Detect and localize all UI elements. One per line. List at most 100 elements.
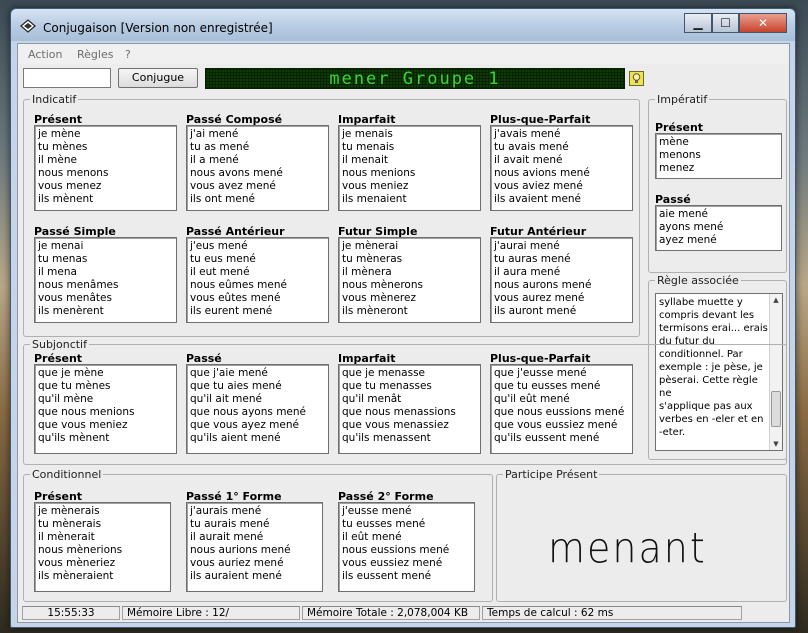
- conjugation-form: tu mènerais: [38, 518, 102, 530]
- conjugation-form: tu auras mené: [494, 253, 571, 265]
- conjugation-form: j'aurai mené: [494, 240, 560, 252]
- conjugation-form: que vous eussiez mené: [494, 419, 618, 431]
- conjugation-form: tu aurais mené: [190, 518, 270, 530]
- conjugation-form: ils mènent: [38, 193, 94, 205]
- conjugation-form: que j'eusse mené: [494, 367, 587, 379]
- conjugation-form: que vous ayez mené: [190, 419, 299, 431]
- conjugation-form: nous menons: [38, 167, 109, 179]
- verb-display: mener Groupe 1: [205, 68, 625, 89]
- conjugation-form: vous auriez mené: [190, 557, 284, 569]
- conjugation-form: ils ont mené: [190, 193, 255, 205]
- indicatif-passe-compose-list[interactable]: j'ai mené tu as mené il a mené nous avons m…: [186, 125, 329, 211]
- conjugation-form: que vous menassiez: [342, 419, 449, 431]
- conjugation-form: ils eussent mené: [342, 570, 432, 582]
- conjugation-form: que nous menions: [38, 406, 135, 418]
- verb-input[interactable]: [23, 68, 111, 88]
- conjugation-form: tu menas: [38, 253, 88, 265]
- conjugation-form: qu'ils aient mené: [190, 432, 281, 444]
- subjonctif-imparfait-list[interactable]: que je menasse que tu menasses qu'il menât…: [338, 364, 481, 454]
- conjugation-form: mène: [659, 136, 689, 148]
- indicatif-plus-que-parfait-list[interactable]: j'avais mené tu avais mené il avait mené no…: [490, 125, 633, 211]
- conjugation-form: je menais: [342, 128, 393, 140]
- conjugation-form: qu'il ait mené: [190, 393, 262, 405]
- conjugation-form: ils menaient: [342, 193, 407, 205]
- conjugation-form: nous mènerons: [342, 279, 423, 291]
- conditionnel-present-list[interactable]: je mènerais tu mènerais il mènerait nous mè…: [34, 502, 171, 592]
- conjugation-form: qu'ils mènent: [38, 432, 110, 444]
- conditionnel-label: Conditionnel: [30, 468, 104, 481]
- menu-help[interactable]: ?: [125, 48, 131, 61]
- indicatif-passe-simple-list[interactable]: je menai tu menas il mena nous menâmes vous …: [34, 237, 177, 323]
- regle-line: compris devant les: [659, 310, 755, 321]
- conjugation-form: ayons mené: [659, 221, 724, 233]
- conjugation-form: nous eussions mené: [342, 544, 450, 556]
- conjugation-form: vous mèneriez: [38, 557, 116, 569]
- minimize-button[interactable]: ▁: [684, 13, 712, 33]
- conjugation-form: j'eusse mené: [342, 505, 412, 517]
- app-window: Conjugaison [Version non enregistrée] ▁ …: [10, 8, 796, 628]
- conjugation-form: tu eus mené: [190, 253, 256, 265]
- title-bar[interactable]: Conjugaison [Version non enregistrée] ▁ …: [11, 9, 795, 41]
- subjonctif-plus-que-parfait-list[interactable]: que j'eusse mené que tu eusses mené qu'il …: [490, 364, 633, 454]
- indicatif-passe-anterieur-list[interactable]: j'eus mené tu eus mené il eut mené nous eûm…: [186, 237, 329, 323]
- participe-present-value: menant: [548, 523, 707, 573]
- menu-action[interactable]: Action: [28, 48, 62, 61]
- close-button[interactable]: ✕: [739, 13, 787, 33]
- regle-label: Règle associée: [655, 274, 741, 287]
- conjugue-button[interactable]: Conjugue: [118, 68, 198, 88]
- conjugation-form: je menai: [38, 240, 84, 252]
- imperatif-passe-list[interactable]: aie mené ayons mené ayez mené: [655, 205, 782, 251]
- conditionnel-passe-1-forme-list[interactable]: j'aurais mené tu aurais mené il aurait men…: [186, 502, 323, 592]
- conjugation-form: que nous ayons mené: [190, 406, 306, 418]
- imperatif-present-list[interactable]: mène menons menez: [655, 133, 782, 179]
- scroll-up-icon[interactable]: ▲: [770, 294, 782, 306]
- conjugation-form: il eut mené: [190, 266, 250, 278]
- conjugation-form: que tu eusses mené: [494, 380, 601, 392]
- status-memoire-libre: Mémoire Libre : 12/: [122, 606, 300, 620]
- indicatif-imparfait-list[interactable]: je menais tu menais il menait nous menions v…: [338, 125, 481, 211]
- conjugation-form: il a mené: [190, 154, 239, 166]
- conjugation-form: que j'aie mené: [190, 367, 268, 379]
- lightbulb-icon[interactable]: [629, 71, 644, 86]
- conjugation-form: il mènera: [342, 266, 392, 278]
- conjugation-form: vous menâtes: [38, 292, 112, 304]
- subjonctif-present-list[interactable]: que je mène que tu mènes qu'il mène que nou…: [34, 364, 177, 454]
- menu-regles[interactable]: Règles: [77, 48, 113, 61]
- conjugation-form: nous mènerions: [38, 544, 123, 556]
- conjugation-form: que vous meniez: [38, 419, 128, 431]
- conjugation-form: que nous eussions mené: [494, 406, 625, 418]
- client-area: Action Règles ? Conjugue mener Groupe 1 …: [17, 43, 790, 623]
- conjugation-form: ils avaient mené: [494, 193, 582, 205]
- conjugation-form: aie mené: [659, 208, 708, 220]
- conjugation-form: nous eûmes mené: [190, 279, 287, 291]
- conjugation-form: que je mène: [38, 367, 104, 379]
- conjugation-form: vous menez: [38, 180, 102, 192]
- app-icon: [20, 19, 36, 33]
- conjugation-form: qu'il menât: [342, 393, 402, 405]
- conjugation-form: que nous menassions: [342, 406, 456, 418]
- subjonctif-passe-list[interactable]: que j'aie mené que tu aies mené qu'il ait …: [186, 364, 329, 454]
- conjugation-form: qu'il eût mené: [494, 393, 570, 405]
- conjugation-form: il mènerait: [38, 531, 95, 543]
- status-time: 15:55:33: [22, 606, 120, 620]
- conjugation-form: vous aurez mené: [494, 292, 585, 304]
- indicatif-futur-simple-list[interactable]: je mènerai tu mèneras il mènera nous mènero…: [338, 237, 481, 323]
- conjugation-form: j'avais mené: [494, 128, 561, 140]
- conjugation-form: je mènerai: [342, 240, 399, 252]
- conjugation-form: vous eussiez mené: [342, 557, 443, 569]
- conjugation-form: tu mènes: [38, 141, 88, 153]
- maximize-button[interactable]: ☐: [712, 13, 739, 33]
- participe-label: Participe Présent: [503, 468, 600, 481]
- conjugation-form: nous aurons mené: [494, 279, 592, 291]
- conjugation-form: nous menions: [342, 167, 416, 179]
- conjugation-form: j'eus mené: [190, 240, 248, 252]
- conjugation-form: il avait mené: [494, 154, 563, 166]
- conjugation-form: qu'ils eussent mené: [494, 432, 600, 444]
- conjugation-form: nous avions mené: [494, 167, 590, 179]
- conjugation-form: je mènerais: [38, 505, 100, 517]
- indicatif-futur-anterieur-list[interactable]: j'aurai mené tu auras mené il aura mené nou…: [490, 237, 633, 323]
- conditionnel-passe-2-forme-list[interactable]: j'eusse mené tu eusses mené il eût mené nou…: [338, 502, 475, 592]
- conjugation-form: menons: [659, 149, 701, 161]
- conjugation-form: il mena: [38, 266, 77, 278]
- indicatif-present-list[interactable]: je mène tu mènes il mène nous menons vous me…: [34, 125, 177, 211]
